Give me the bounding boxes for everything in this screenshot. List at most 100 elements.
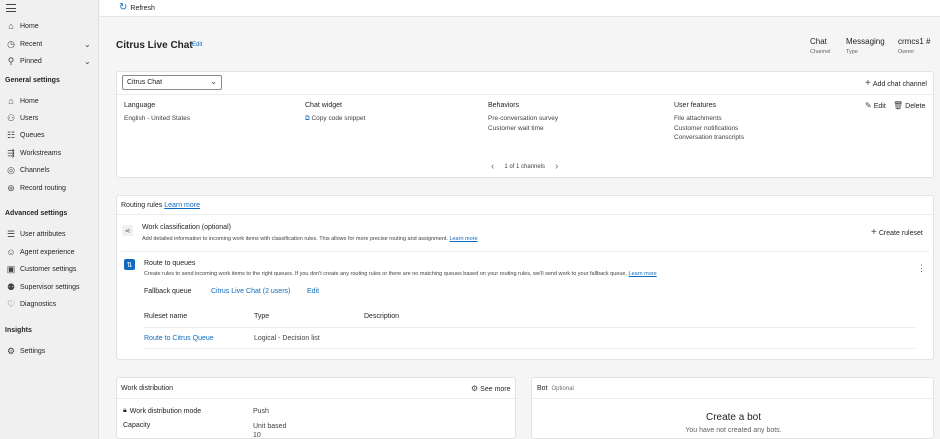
fallback-queue-link[interactable]: Citrus Live Chat (2 users) [211,288,290,295]
see-more-button[interactable]: ⚙ See more [471,385,511,393]
create-bot-subtitle: You have not created any bots. [685,427,782,434]
hamburger-menu-icon[interactable] [6,4,16,12]
routing-rules-card: Routing rules Learn more ⋖ Work classifi… [116,195,934,360]
sidebar-item-recent[interactable]: ◷ Recent ⌄ [0,37,99,51]
divider [144,348,915,349]
route-to-queues-desc-text: Create rules to send incoming work items… [144,271,628,277]
clock-icon: ◷ [7,38,15,49]
column-header-type: Type [254,313,270,320]
chevron-left-icon[interactable]: ‹ [491,162,494,172]
work-distribution-mode-value: Push [253,408,269,415]
divider [121,251,929,252]
sidebar-item-label: Workstreams [20,149,62,157]
sidebar-item-supervisor-settings[interactable]: ⚉ Supervisor settings [0,280,99,294]
classification-learn-more-link[interactable]: Learn more [449,236,477,242]
bot-card: Bot Optional Create a bot You have not cr… [531,377,934,439]
sidebar-item-label: User attributes [20,230,66,238]
sidebar: ⌂ Home ◷ Recent ⌄ ⚲ Pinned ⌄ General set… [0,0,99,439]
refresh-button[interactable]: ↻ Refresh [119,3,155,13]
copy-icon: ⧉ [305,115,310,122]
edit-channel-button[interactable]: ✎ Edit [865,102,886,110]
pin-icon: ⚲ [7,55,15,66]
gear-icon: ⚙ [471,384,479,393]
sidebar-item-home[interactable]: ⌂ Home [0,19,99,33]
route-to-queues-icon: ⇅ [124,259,135,270]
routing-learn-more-link[interactable]: Learn more [164,202,200,209]
divider [117,398,515,399]
work-distribution-title: Work distribution [121,385,174,392]
add-chat-channel-button[interactable]: + Add chat channel [865,79,927,89]
bot-title: Bot Optional [537,385,574,392]
pencil-icon: ✎ [865,101,872,110]
chevron-down-icon: ⌄ [84,39,91,49]
chevron-down-icon: ⌄ [210,77,217,86]
sidebar-item-agent-experience[interactable]: ☺ Agent experience [0,245,99,259]
list-item: Customer notifications [674,124,739,132]
queues-learn-more-link[interactable]: Learn more [629,271,657,277]
work-distribution-mode-label: 🔒︎ Work distribution mode [123,407,201,415]
work-classification-desc-text: Add detailed information to incoming wor… [142,236,448,242]
header-field-value: Chat [810,37,827,46]
route-to-queues-desc: Create rules to send incoming work items… [144,271,657,277]
ruleset-type: Logical - Decision list [254,335,320,342]
capacity-value-type: Unit based [253,423,287,430]
sidebar-item-user-attributes[interactable]: ☰ User attributes [0,227,99,241]
divider [117,214,933,215]
more-options-icon[interactable]: ⋮ [917,264,926,273]
fallback-edit-link[interactable]: Edit [307,288,319,295]
behaviors-list: Pre-conversation survey Customer wait ti… [488,114,558,133]
user-features-list: File attachments Customer notifications … [674,114,744,143]
sidebar-item-label: Supervisor settings [20,283,80,291]
behaviors-column: Behaviors Pre-conversation survey Custom… [488,102,558,133]
delete-channel-button[interactable]: 🗑 Delete [893,102,925,110]
agent-experience-icon: ☺ [6,246,16,257]
list-item: Customer wait time [488,124,544,132]
sidebar-item-label: Queues [20,131,45,139]
ruleset-name-link[interactable]: Route to Citrus Queue [144,335,214,342]
sidebar-item-label: Pinned [20,57,42,65]
queues-icon: ☷ [6,129,16,140]
trash-icon: 🗑 [893,101,904,110]
sidebar-item-pinned[interactable]: ⚲ Pinned ⌄ [0,54,99,68]
refresh-label: Refresh [130,4,155,12]
header-field-owner: crmcs1 # Owner [898,37,930,55]
user-features-column: User features File attachments Customer … [674,102,744,143]
refresh-icon: ↻ [119,2,128,13]
sidebar-item-diagnostics[interactable]: ♡ Diagnostics [0,297,99,311]
sidebar-item-users[interactable]: ⚇ Users [0,111,99,125]
route-to-queues-title: Route to queues [144,260,196,267]
column-header-ruleset-name: Ruleset name [144,313,188,320]
record-routing-icon: ⊛ [7,182,15,193]
sidebar-item-label: Home [20,97,39,105]
sidebar-item-settings[interactable]: ⚙ Settings [0,344,99,358]
copy-code-snippet-label: Copy code snippet [311,115,366,122]
header-field-value: Messaging [846,37,885,46]
lock-icon: 🔒︎ [123,407,127,414]
sidebar-item-label: Record routing [20,184,66,192]
list-item: File attachments [674,115,722,122]
sidebar-item-channels[interactable]: ◎ Channels [0,163,99,177]
routing-rules-label: Routing rules [121,202,163,209]
language-value: English - United States [124,115,191,122]
sidebar-item-record-routing[interactable]: ⊛ Record routing [0,181,99,195]
sidebar-item-general-home[interactable]: ⌂ Home [0,94,99,108]
header-field-key: Channel [810,49,831,55]
bot-title-label: Bot [537,385,548,392]
edit-title-link[interactable]: Edit [192,42,202,48]
owner-link[interactable]: crmcs1 # [898,37,930,46]
column-header-description: Description [364,313,400,320]
user-attributes-icon: ☰ [6,228,16,239]
sidebar-item-label: Agent experience [20,248,75,256]
channel-select[interactable]: Citrus Chat ⌄ [122,75,222,90]
edit-channel-label: Edit [873,102,886,110]
sidebar-item-customer-settings[interactable]: ▣ Customer settings [0,262,99,276]
copy-code-snippet-button[interactable]: ⧉ Copy code snippet [305,114,365,124]
bot-optional-label: Optional [551,386,574,392]
section-title-general: General settings [5,77,60,84]
create-ruleset-button[interactable]: + Create ruleset [871,228,923,238]
sidebar-item-workstreams[interactable]: ⇶ Workstreams [0,146,99,160]
list-item: Pre-conversation survey [488,115,559,122]
sidebar-item-queues[interactable]: ☷ Queues [0,128,99,142]
chevron-right-icon[interactable]: › [555,162,558,172]
customer-settings-icon: ▣ [6,263,16,274]
